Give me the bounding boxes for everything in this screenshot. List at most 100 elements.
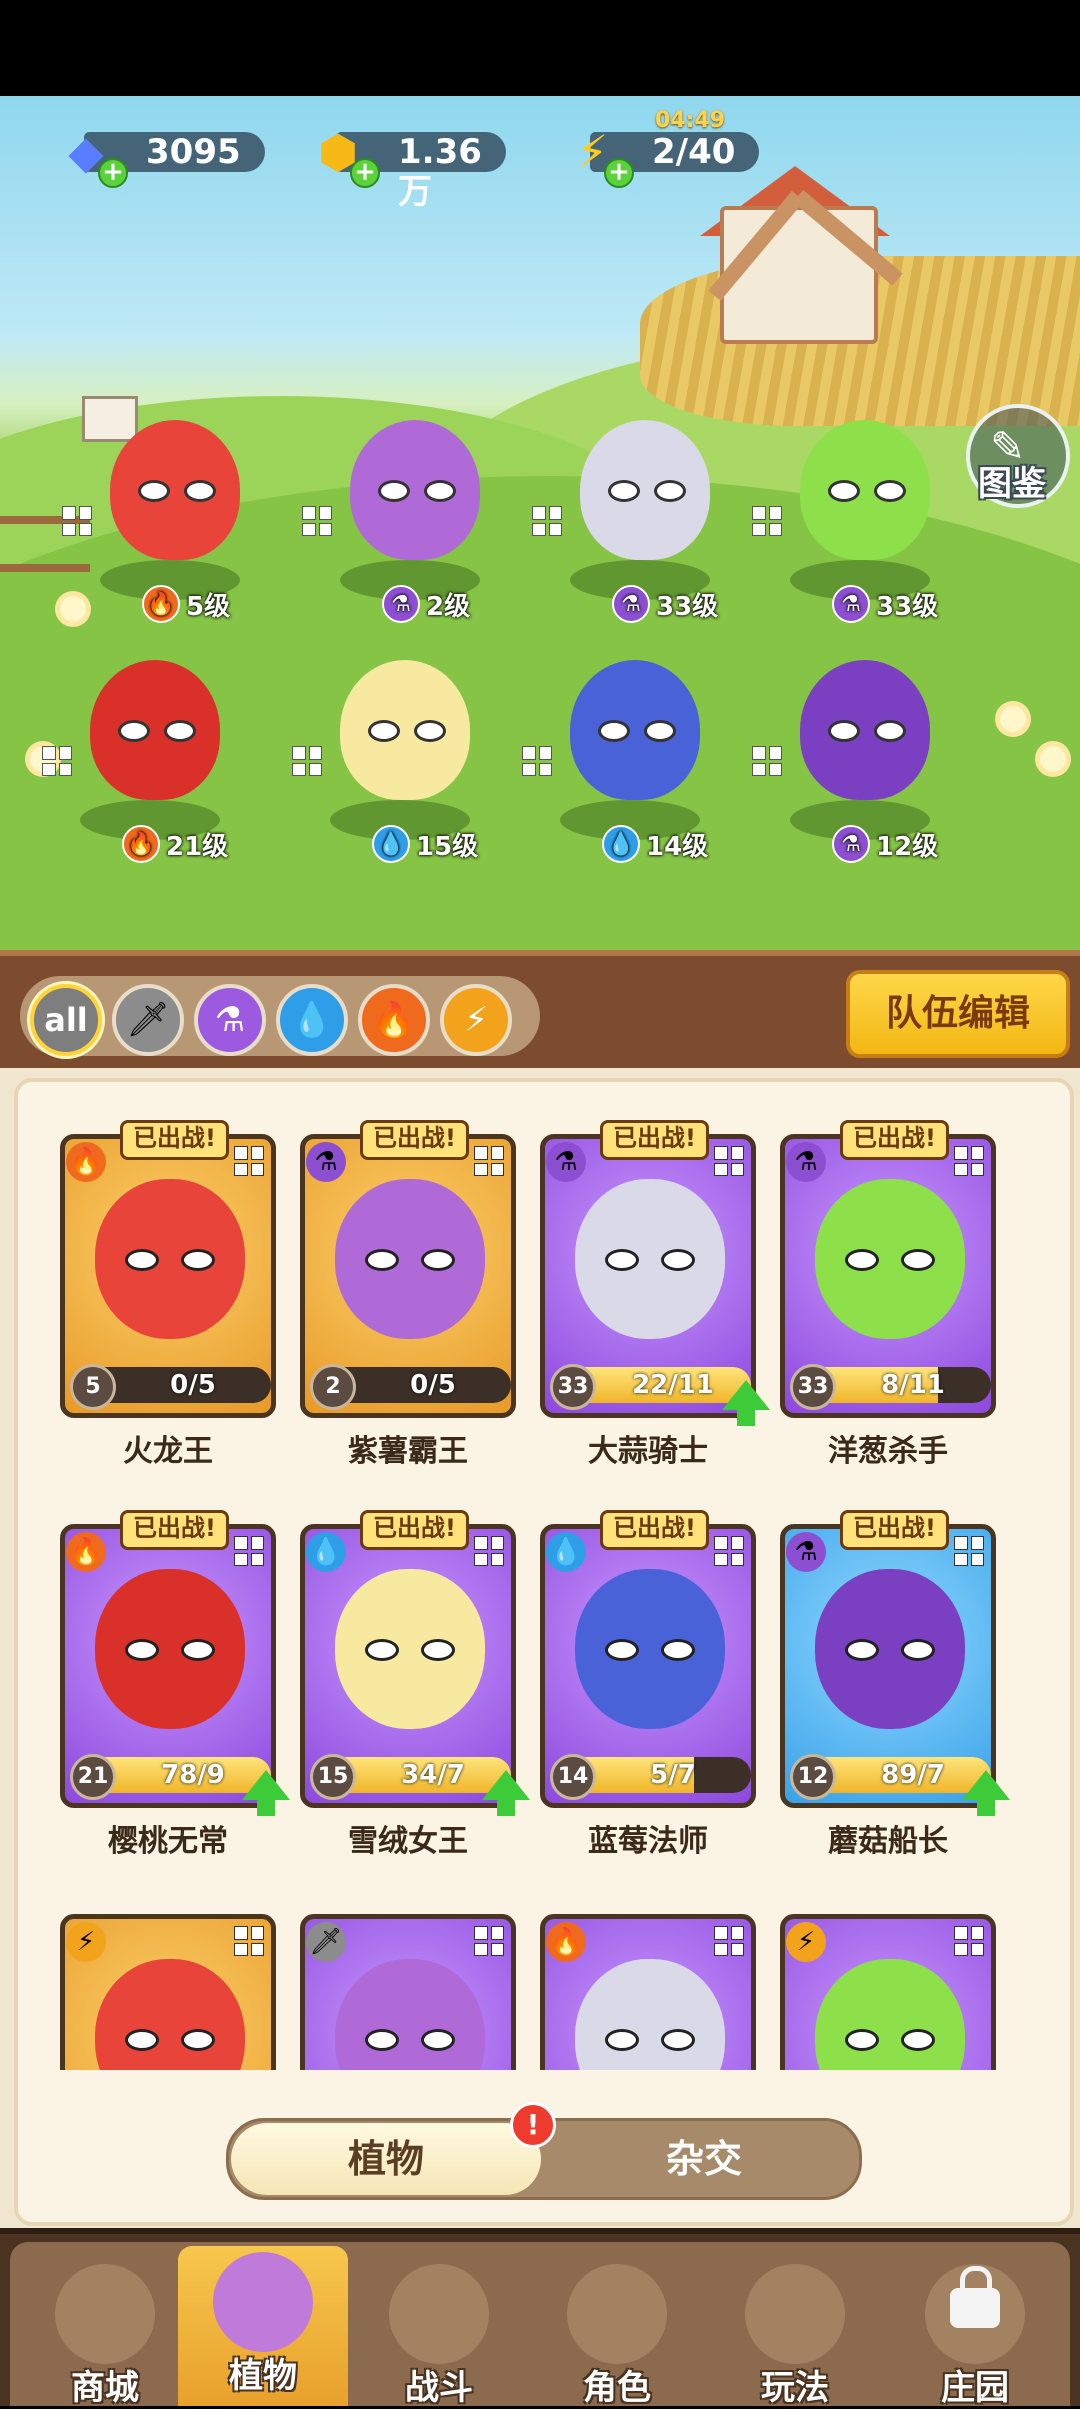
unit-level-label: ⚗ 12级: [832, 825, 938, 863]
card-level-badge: 21: [70, 1754, 116, 1800]
nav-manor[interactable]: 庄园: [890, 2258, 1060, 2408]
filter-lightning-icon[interactable]: ⚡: [440, 984, 512, 1056]
filter-all-button[interactable]: all: [30, 984, 102, 1056]
character-icon: [567, 2264, 667, 2364]
water-icon: 💧: [372, 825, 410, 863]
poison-icon: ⚗: [786, 1142, 826, 1182]
bottom-nav: 商城 植物 战斗 角色 玩法 庄园: [0, 2228, 1080, 2408]
slot-grid-icon: [234, 1536, 264, 1566]
nav-label: 植物: [229, 2356, 297, 2396]
unit-level-text: 2级: [426, 591, 471, 622]
plant-portrait: [335, 1569, 485, 1729]
plant-portrait: [815, 1959, 965, 2070]
nav-gameplay[interactable]: 玩法: [710, 2258, 880, 2408]
field-plant-unit[interactable]: 💧 14级: [522, 650, 730, 863]
filter-poison-icon[interactable]: ⚗: [194, 984, 266, 1056]
card-level-badge: 2: [310, 1364, 356, 1410]
plant-figure: [800, 420, 930, 560]
deployed-badge: 已出战!: [120, 1120, 229, 1160]
add-gold-icon[interactable]: +: [350, 158, 380, 188]
plant-card[interactable]: 78/9 🔥 已出战! 21 樱桃无常: [60, 1510, 290, 1859]
field-plant-unit[interactable]: ⚗ 2级: [302, 410, 510, 623]
plant-figure: [350, 420, 480, 560]
plant-portrait: [815, 1569, 965, 1729]
unit-level-label: 🔥 5级: [142, 585, 230, 623]
slot-grid-icon: [234, 1926, 264, 1956]
plant-name: 大蒜骑士: [588, 1434, 708, 1469]
add-gems-icon[interactable]: +: [98, 158, 128, 188]
unit-level-text: 14级: [646, 831, 709, 862]
slot-grid-icon: [752, 506, 782, 536]
plant-card[interactable]: 89/7 ⚗ 已出战! 12 蘑菇船长: [780, 1510, 1010, 1859]
card-level-badge: 14: [550, 1754, 596, 1800]
plant-card[interactable]: 🔥: [540, 1900, 756, 2070]
nav-label: 商城: [71, 2368, 139, 2408]
poison-icon: ⚗: [546, 1142, 586, 1182]
plant-card[interactable]: ⚡: [60, 1900, 276, 2070]
slot-grid-icon: [954, 1146, 984, 1176]
plant-name: 蘑菇船长: [828, 1824, 948, 1859]
unit-level-label: ⚗ 33级: [832, 585, 938, 623]
nav-shop[interactable]: 商城: [20, 2258, 190, 2408]
fire-icon: 🔥: [66, 1532, 106, 1572]
plant-portrait: [815, 1179, 965, 1339]
plant-card[interactable]: 🗡: [300, 1900, 516, 2070]
slot-grid-icon: [714, 1926, 744, 1956]
plant-portrait: [575, 1179, 725, 1339]
filter-fire-icon[interactable]: 🔥: [358, 984, 430, 1056]
unit-level-label: ⚗ 2级: [382, 585, 471, 623]
slot-grid-icon: [234, 1146, 264, 1176]
plant-portrait: [575, 1959, 725, 2070]
upgrade-arrow-icon: [722, 1380, 770, 1426]
plant-figure: [110, 420, 240, 560]
tab-plants[interactable]: 植物: [231, 2123, 541, 2195]
nav-battle[interactable]: 战斗: [354, 2258, 524, 2408]
codex-label[interactable]: 图鉴: [978, 456, 1046, 505]
deployed-badge: 已出战!: [360, 1120, 469, 1160]
plant-card[interactable]: ⚡: [780, 1900, 996, 2070]
plant-card[interactable]: 34/7 💧 已出战! 15 雪绒女王: [300, 1510, 530, 1859]
plant-card-grid[interactable]: 0/5 🔥 已出战! 5 火龙王 0/5 ⚗ 已出战! 2 紫薯霸王 22/11 ⚗ 已出战! 33 大蒜骑…: [60, 1120, 1020, 2070]
plant-portrait: [95, 1959, 245, 2070]
lock-icon: [950, 2266, 1000, 2328]
deployed-badge: 已出战!: [840, 1510, 949, 1550]
poison-icon: ⚗: [786, 1532, 826, 1572]
plant-portrait: [335, 1179, 485, 1339]
field-plant-unit[interactable]: 🔥 21级: [42, 650, 250, 863]
plant-card[interactable]: 22/11 ⚗ 已出战! 33 大蒜骑士: [540, 1120, 770, 1469]
field-plant-unit[interactable]: ⚗ 33级: [752, 410, 960, 623]
field-plant-unit[interactable]: 🔥 5级: [62, 410, 270, 623]
unit-level-label: ⚗ 33级: [612, 585, 719, 623]
deployed-badge: 已出战!: [600, 1510, 709, 1550]
plant-name: 火龙王: [123, 1434, 213, 1469]
nav-plant[interactable]: 植物: [178, 2246, 348, 2406]
poison-icon: ⚗: [832, 825, 870, 863]
slot-grid-icon: [752, 746, 782, 776]
filter-water-icon[interactable]: 💧: [276, 984, 348, 1056]
team-edit-button[interactable]: 队伍编辑: [846, 970, 1070, 1058]
slot-grid-icon: [714, 1536, 744, 1566]
field-plant-unit[interactable]: ⚗ 33级: [532, 410, 740, 623]
slot-grid-icon: [954, 1926, 984, 1956]
unit-level-text: 33级: [656, 591, 719, 622]
field-plant-unit[interactable]: 💧 15级: [292, 650, 500, 863]
unit-level-text: 15级: [416, 831, 479, 862]
unit-level-text: 21级: [166, 831, 229, 862]
slot-grid-icon: [474, 1926, 504, 1956]
plant-card[interactable]: 0/5 ⚗ 已出战! 2 紫薯霸王: [300, 1120, 516, 1469]
nav-character[interactable]: 角色: [532, 2258, 702, 2408]
slot-grid-icon: [292, 746, 322, 776]
plant-name: 蓝莓法师: [588, 1824, 708, 1859]
shop-icon: [55, 2264, 155, 2364]
field-plant-unit[interactable]: ⚗ 12级: [752, 650, 960, 863]
poison-icon: ⚗: [306, 1142, 346, 1182]
plant-figure: [800, 660, 930, 800]
plant-card[interactable]: 0/5 🔥 已出战! 5 火龙王: [60, 1120, 276, 1469]
plant-card[interactable]: 5/7 💧 已出战! 14 蓝莓法师: [540, 1510, 756, 1859]
plant-icon: [213, 2252, 313, 2352]
add-energy-icon[interactable]: +: [604, 158, 634, 188]
plant-figure: [570, 660, 700, 800]
plant-card[interactable]: 8/11 ⚗ 已出战! 33 洋葱杀手: [780, 1120, 996, 1469]
filter-sword-icon[interactable]: 🗡: [112, 984, 184, 1056]
tab-hybrid[interactable]: 杂交: [549, 2123, 859, 2195]
